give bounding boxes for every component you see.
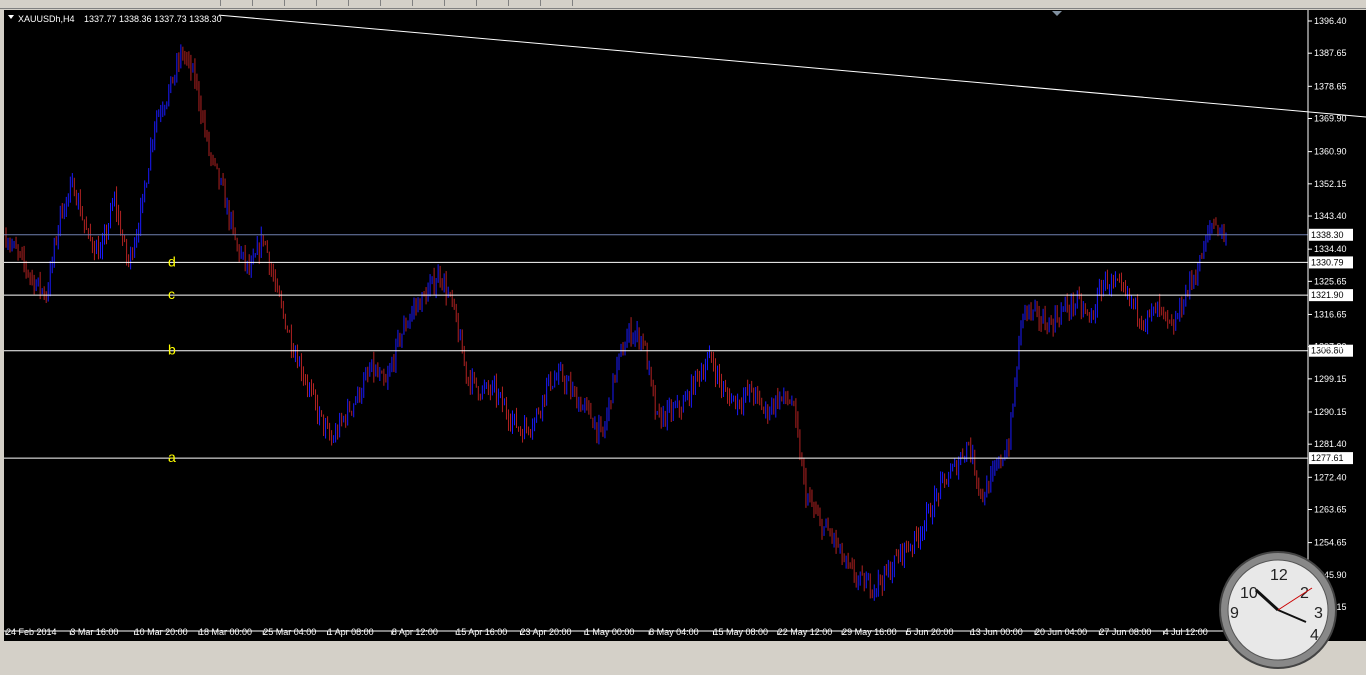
support-resistance-levels: 1338.301330.79d1321.90c1306.80b1277.61a (4, 228, 1353, 465)
chart-header: XAUUSDh,H4 1337.77 1338.36 1337.73 1338.… (8, 14, 222, 24)
toolbar-button[interactable] (382, 0, 413, 6)
time-tick-label: 5 Jun 20:00 (906, 627, 953, 637)
toolbar-button[interactable] (222, 0, 253, 6)
ohlc-readout: 1337.77 1338.36 1337.73 1338.30 (84, 14, 222, 24)
price-axis: 1396.40 1387.65 1378.65 1369.90 1360.90 1352.… (1308, 16, 1347, 612)
clock-icon: 12 2 3 4 10 9 (1219, 551, 1337, 669)
current-price-label: 1338.30 (1311, 230, 1344, 240)
time-tick-label: 1 Apr 08:00 (328, 627, 374, 637)
price-chart[interactable]: 1338.301330.79d1321.90c1306.80b1277.61a … (4, 10, 1366, 641)
level-label-b: b (168, 342, 176, 358)
time-axis: 24 Feb 2014 3 Mar 16:00 10 Mar 20:00 18 Mar… (5, 627, 1276, 637)
symbol-label: XAUUSDh,H4 (18, 14, 75, 24)
price-tick-label: 1290.15 (1314, 407, 1347, 417)
toolbar-button[interactable] (510, 0, 541, 6)
svg-text:2: 2 (1300, 585, 1309, 602)
time-tick-label: 27 Jun 08:00 (1099, 627, 1151, 637)
level-price-label: 1277.61 (1311, 453, 1344, 463)
price-tick-label: 1281.40 (1314, 439, 1347, 449)
level-price-label: 1330.79 (1311, 257, 1344, 267)
svg-text:9: 9 (1230, 605, 1239, 622)
toolbar-button[interactable] (318, 0, 349, 6)
toolbar-button[interactable] (254, 0, 285, 6)
clock-widget: 12 2 3 4 10 9 (1218, 550, 1338, 670)
level-label-a: a (168, 449, 176, 465)
toolbar (0, 0, 1366, 9)
toolbar-button[interactable] (478, 0, 509, 6)
svg-text:3: 3 (1314, 605, 1323, 622)
time-tick-label: 3 Mar 16:00 (70, 627, 118, 637)
time-tick-label: 20 Jun 04:00 (1035, 627, 1087, 637)
toolbar-button[interactable] (190, 0, 221, 6)
price-tick-label: 1263.65 (1314, 504, 1347, 514)
toolbar-button[interactable] (286, 0, 317, 6)
price-tick-label: 1396.40 (1314, 16, 1347, 26)
toolbar-button[interactable] (350, 0, 381, 6)
price-tick-label: 1299.15 (1314, 374, 1347, 384)
price-tick-label: 1316.65 (1314, 309, 1347, 319)
chart-window[interactable]: 1338.30 1330.79 d 1321.90 c 1306.80 b 1277.61 a … (4, 10, 1366, 641)
time-tick-label: 4 Jul 12:00 (1164, 627, 1208, 637)
price-tick-label: 1272.40 (1314, 472, 1347, 482)
time-tick-label: 8 Apr 12:00 (392, 627, 438, 637)
level-price-label: 1321.90 (1311, 290, 1344, 300)
level-label-c: c (168, 286, 175, 302)
price-tick-label: 1352.15 (1314, 179, 1347, 189)
time-tick-label: 15 May 08:00 (713, 627, 768, 637)
trendline-group (218, 14, 1366, 118)
toolbar-button[interactable] (446, 0, 477, 6)
dropdown-triangle-icon[interactable] (8, 15, 14, 19)
time-tick-label: 23 Apr 20:00 (521, 627, 572, 637)
price-tick-label: 1334.40 (1314, 244, 1347, 254)
time-tick-label: 1 May 00:00 (585, 627, 635, 637)
price-tick-label: 1369.90 (1314, 114, 1347, 124)
time-tick-label: 18 Mar 00:00 (199, 627, 252, 637)
svg-text:10: 10 (1240, 585, 1258, 602)
time-tick-label: 8 May 04:00 (649, 627, 699, 637)
time-tick-label: 25 Mar 04:00 (263, 627, 316, 637)
price-tick-label: 1307.90 (1314, 342, 1347, 352)
price-tick-label: 1325.65 (1314, 276, 1347, 286)
price-tick-label: 1254.65 (1314, 538, 1347, 548)
time-tick-label: 15 Apr 16:00 (456, 627, 507, 637)
svg-text:12: 12 (1270, 567, 1288, 584)
price-tick-label: 1360.90 (1314, 147, 1347, 157)
level-label-d: d (168, 253, 176, 269)
toolbar-button[interactable] (542, 0, 573, 6)
trendline[interactable] (218, 14, 1366, 118)
time-tick-label: 13 Jun 00:00 (971, 627, 1023, 637)
time-tick-label: 10 Mar 20:00 (135, 627, 188, 637)
toolbar-button[interactable] (414, 0, 445, 6)
price-tick-label: 1378.65 (1314, 81, 1347, 91)
chart-shift-marker-icon[interactable] (1052, 11, 1062, 16)
svg-text:4: 4 (1310, 627, 1319, 644)
candlestick-series (5, 44, 1227, 601)
time-tick-label: 24 Feb 2014 (6, 627, 57, 637)
price-tick-label: 1343.40 (1314, 211, 1347, 221)
price-tick-label: 1387.65 (1314, 48, 1347, 58)
time-tick-label: 29 May 16:00 (842, 627, 897, 637)
time-tick-label: 22 May 12:00 (778, 627, 833, 637)
